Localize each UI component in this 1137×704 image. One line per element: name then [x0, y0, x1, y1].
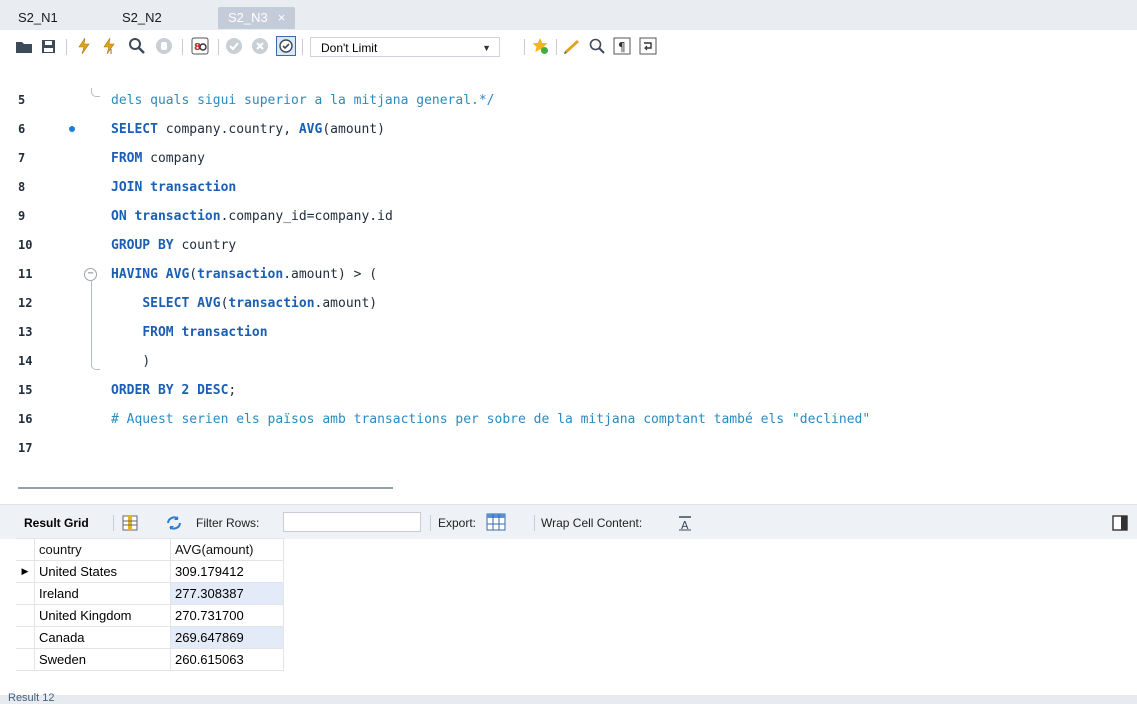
horizontal-scrollbar[interactable]	[0, 474, 1137, 504]
table-row[interactable]: United Kingdom 270.731700	[16, 604, 284, 627]
row-indicator-header	[16, 538, 35, 561]
save-icon[interactable]	[38, 36, 58, 56]
result-toolbar: Result Grid Filter Rows: Export: Wrap Ce…	[0, 504, 1137, 539]
column-header[interactable]: country	[34, 538, 171, 561]
wrap-cell-label: Wrap Cell Content:	[541, 516, 643, 530]
line-number: 8	[18, 180, 26, 194]
code-line: dels quals sigui superior a la mitjana g…	[111, 93, 495, 108]
sql-editor[interactable]: 5 dels quals sigui superior a la mitjana…	[0, 86, 1137, 472]
export-icon[interactable]	[486, 512, 506, 532]
fold-guide	[91, 281, 92, 367]
close-icon[interactable]: ×	[278, 10, 286, 25]
line-number: 15	[18, 383, 33, 397]
bookmark-icon[interactable]	[530, 36, 550, 56]
line-number: 17	[18, 441, 33, 455]
code-line: SELECT AVG(transaction.amount)	[142, 296, 378, 311]
refresh-icon[interactable]	[164, 513, 184, 533]
code-line: SELECT company.country, AVG(amount)	[111, 122, 385, 137]
line-number: 10	[18, 238, 33, 252]
wrap-cell-icon[interactable]: A	[675, 513, 695, 533]
tab-s2-n3[interactable]: S2_N3 ×	[218, 7, 296, 29]
svg-text:I: I	[110, 48, 112, 55]
export-label: Export:	[438, 516, 477, 530]
table-cell[interactable]: 269.647869	[170, 626, 284, 649]
tab-label: S2_N1	[18, 10, 58, 25]
line-number: 11	[18, 267, 33, 281]
folder-icon[interactable]	[14, 36, 34, 56]
result-grid[interactable]: country AVG(amount) ▶ United States 309.…	[16, 538, 284, 671]
svg-text:A: A	[681, 519, 689, 531]
rollback-icon[interactable]	[250, 36, 270, 56]
table-cell[interactable]: 260.615063	[170, 648, 284, 671]
scrollbar-thumb[interactable]	[18, 487, 393, 489]
code-line: ORDER BY 2 DESC;	[111, 383, 237, 398]
code-line: FROM company	[111, 151, 205, 166]
code-line: JOIN transaction	[111, 180, 237, 195]
autocommit-icon[interactable]	[276, 36, 296, 56]
table-cell[interactable]: Ireland	[34, 582, 171, 605]
grid-header-row: country AVG(amount)	[16, 538, 284, 561]
toggle-error-icon[interactable]: 8	[190, 36, 210, 56]
filter-rows-input[interactable]	[283, 512, 421, 532]
current-row-arrow-icon: ▶	[16, 560, 35, 583]
tab-label: S2_N2	[122, 10, 162, 25]
tab-label: S2_N3	[228, 10, 268, 25]
find-icon[interactable]	[587, 36, 607, 56]
table-cell[interactable]: 309.179412	[170, 560, 284, 583]
table-row[interactable]: Ireland 277.308387	[16, 582, 284, 605]
table-cell[interactable]: Canada	[34, 626, 171, 649]
code-line: )	[142, 354, 151, 369]
result-tab-label[interactable]: Result 12	[8, 692, 54, 704]
table-cell[interactable]: 277.308387	[170, 582, 284, 605]
line-number: 13	[18, 325, 33, 339]
chevron-down-icon: ▼	[482, 43, 491, 53]
limit-rows-select[interactable]: Don't Limit ▼	[310, 37, 500, 57]
code-line: ON transaction.company_id=company.id	[111, 209, 393, 224]
invisible-chars-icon[interactable]: ¶	[612, 36, 632, 56]
line-number: 9	[18, 209, 26, 223]
statement-marker-icon	[69, 126, 75, 132]
wrap-icon[interactable]	[638, 36, 658, 56]
explain-icon[interactable]	[127, 36, 147, 56]
table-row[interactable]: ▶ United States 309.179412	[16, 560, 284, 583]
line-number: 5	[18, 93, 26, 107]
filter-rows-label: Filter Rows:	[196, 516, 260, 530]
svg-text:¶: ¶	[618, 40, 626, 54]
tab-s2-n2[interactable]: S2_N2	[112, 7, 172, 29]
code-line: HAVING AVG(transaction.amount) > (	[111, 267, 378, 282]
side-panel-toggle-icon[interactable]	[1110, 513, 1130, 533]
stop-icon[interactable]	[154, 36, 174, 56]
tab-s2-n1[interactable]: S2_N1	[8, 7, 68, 29]
line-number: 12	[18, 296, 33, 310]
table-row[interactable]: Sweden 260.615063	[16, 648, 284, 671]
fold-toggle-icon[interactable]: −	[84, 268, 97, 281]
table-cell[interactable]: 270.731700	[170, 604, 284, 627]
table-row[interactable]: Canada 269.647869	[16, 626, 284, 649]
column-header[interactable]: AVG(amount)	[170, 538, 284, 561]
result-grid-tab[interactable]: Result Grid	[24, 516, 89, 530]
line-number: 14	[18, 354, 33, 368]
fold-end-marker	[91, 88, 100, 97]
limit-value: Don't Limit	[321, 41, 378, 55]
sql-editor-toolbar: I 8 Don't Limit ▼ ¶	[0, 30, 1137, 60]
line-number: 16	[18, 412, 33, 426]
beautify-icon[interactable]	[562, 36, 582, 56]
code-line: GROUP BY country	[111, 238, 237, 253]
status-bar: Result 12	[0, 692, 1137, 704]
code-line: # Aquest serien els països amb transacti…	[111, 412, 871, 427]
line-number: 7	[18, 151, 26, 165]
commit-icon[interactable]	[224, 36, 244, 56]
code-line: FROM transaction	[142, 325, 268, 340]
execute-current-icon[interactable]: I	[100, 36, 120, 56]
tab-bar: S2_N1 S2_N2 S2_N3 ×	[0, 0, 1137, 31]
table-cell[interactable]: Sweden	[34, 648, 171, 671]
fold-end-marker	[91, 361, 100, 370]
line-number: 6	[18, 122, 26, 136]
execute-icon[interactable]	[74, 36, 94, 56]
grid-view-icon[interactable]	[120, 513, 140, 533]
table-cell[interactable]: United States	[34, 560, 171, 583]
table-cell[interactable]: United Kingdom	[34, 604, 171, 627]
